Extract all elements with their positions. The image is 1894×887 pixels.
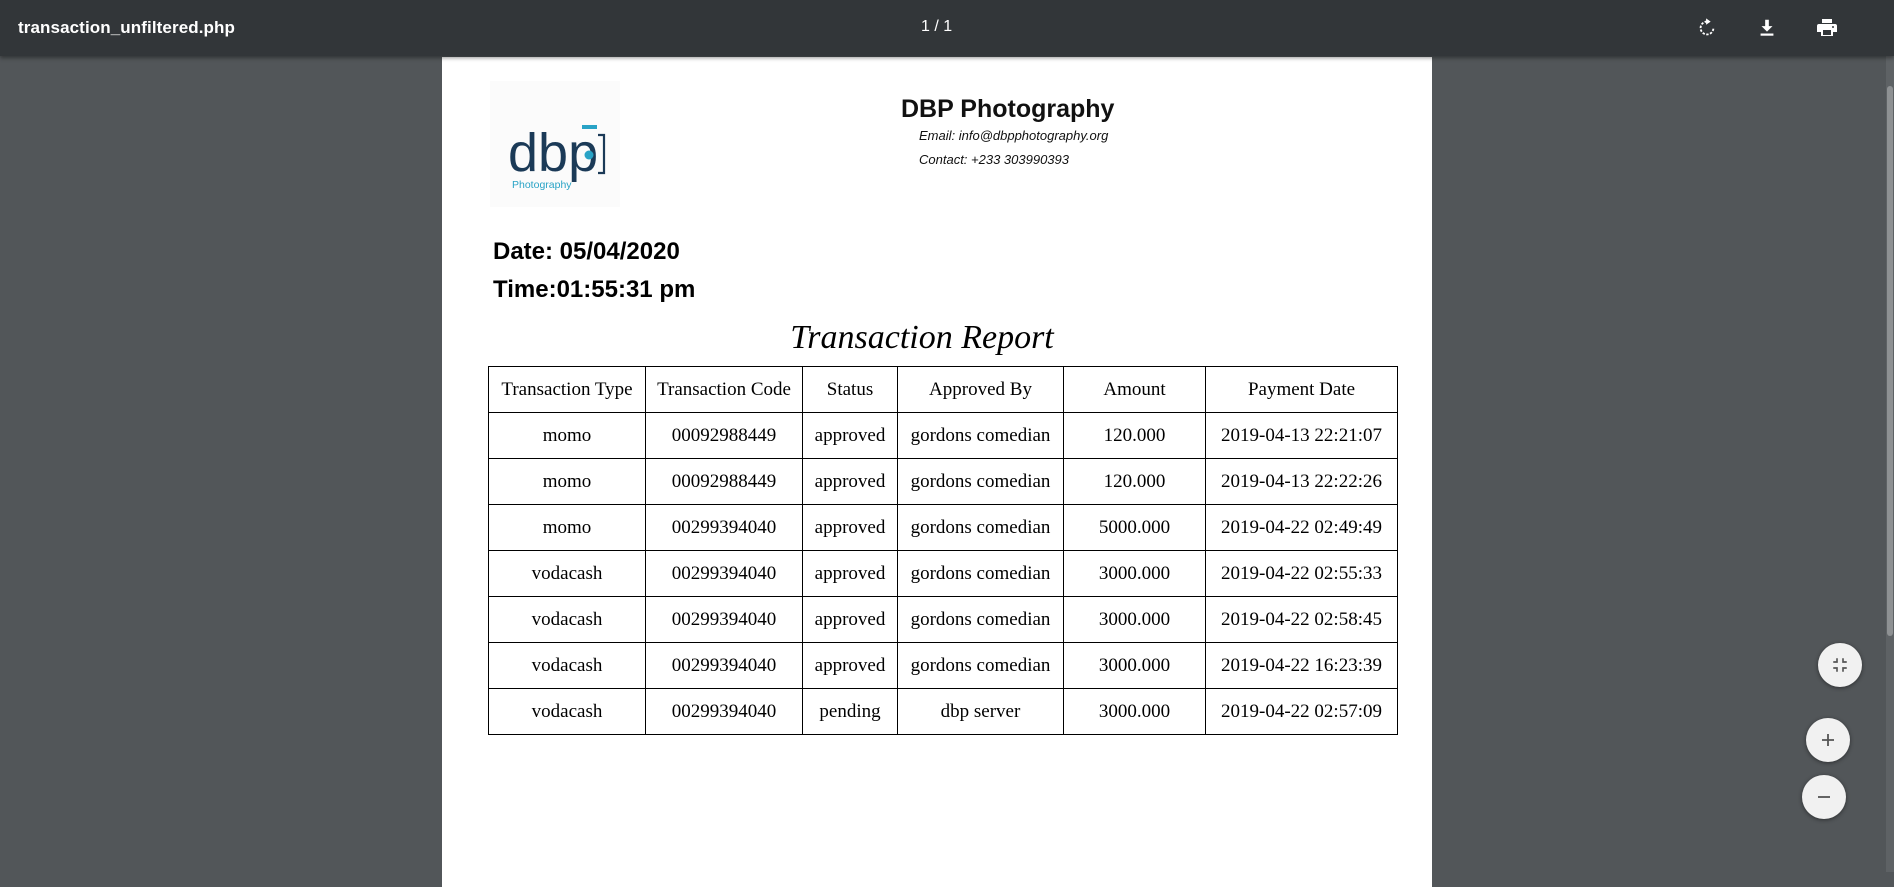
rotate-clockwise-icon [1699,18,1715,36]
cell-approved-by: gordons comedian [897,642,1064,689]
vertical-scrollbar[interactable] [1886,56,1894,872]
cell-amount: 3000.000 [1063,550,1206,597]
cell-transaction-code: 00299394040 [645,504,803,551]
cell-transaction-type: momo [488,504,646,551]
cell-transaction-code: 00299394040 [645,688,803,735]
cell-transaction-code: 00299394040 [645,596,803,643]
cell-transaction-type: momo [488,412,646,459]
cell-transaction-code: 00092988449 [645,412,803,459]
cell-transaction-type: vodacash [488,688,646,735]
pdf-page: dbp Photography DBP Photography Email: i… [442,57,1432,887]
column-header-status: Status [802,366,898,413]
report-time: Time:01:55:31 pm [493,276,696,303]
zoom-out-icon [1818,796,1830,798]
zoom-out-button[interactable] [1802,775,1846,819]
report-title: Transaction Report [790,319,1054,356]
cell-status: pending [802,688,898,735]
transaction-table: Transaction Type Transaction Code Status… [488,366,1398,735]
download-button[interactable] [1751,12,1783,44]
company-logo: dbp Photography [490,81,620,207]
cell-status: approved [802,596,898,643]
column-header-payment-date: Payment Date [1205,366,1398,413]
cell-amount: 3000.000 [1063,596,1206,643]
cell-status: approved [802,550,898,597]
cell-transaction-type: momo [488,458,646,505]
cell-status: approved [802,642,898,689]
cell-payment-date: 2019-04-22 02:58:45 [1205,596,1398,643]
print-icon [1817,19,1837,36]
cell-approved-by: gordons comedian [897,504,1064,551]
scrollbar-thumb[interactable] [1887,86,1893,636]
cell-transaction-type: vodacash [488,596,646,643]
cell-amount: 5000.000 [1063,504,1206,551]
cell-payment-date: 2019-04-22 16:23:39 [1205,642,1398,689]
cell-transaction-code: 00092988449 [645,458,803,505]
table-header-row: Transaction Type Transaction Code Status… [488,366,1398,413]
svg-text:dbp: dbp [508,123,598,183]
column-header-transaction-type: Transaction Type [488,366,646,413]
pdf-toolbar: transaction_unfiltered.php 1 / 1 [0,0,1894,56]
cell-payment-date: 2019-04-13 22:22:26 [1205,458,1398,505]
fit-to-page-button[interactable] [1818,643,1862,687]
table-row: momo 00299394040 approved gordons comedi… [488,504,1398,551]
print-button[interactable] [1811,12,1843,44]
column-header-amount: Amount [1063,366,1206,413]
cell-payment-date: 2019-04-22 02:49:49 [1205,504,1398,551]
company-email: Email: info@dbpphotography.org [919,128,1109,143]
logo-graphic: dbp Photography [508,123,606,191]
column-header-transaction-code: Transaction Code [645,366,803,413]
cell-approved-by: gordons comedian [897,550,1064,597]
table-row: vodacash 00299394040 approved gordons co… [488,550,1398,597]
cell-payment-date: 2019-04-22 02:57:09 [1205,688,1398,735]
cell-status: approved [802,504,898,551]
table-row: vodacash 00299394040 approved gordons co… [488,596,1398,643]
column-header-approved-by: Approved By [897,366,1064,413]
cell-amount: 120.000 [1063,412,1206,459]
download-icon [1760,19,1774,36]
cell-transaction-code: 00299394040 [645,550,803,597]
rotate-button[interactable] [1691,12,1723,44]
table-row: vodacash 00299394040 approved gordons co… [488,642,1398,689]
report-date: Date: 05/04/2020 [493,238,680,265]
zoom-in-button[interactable] [1806,718,1850,762]
table-row: momo 00092988449 approved gordons comedi… [488,458,1398,505]
zoom-in-icon [1822,734,1834,746]
cell-approved-by: dbp server [897,688,1064,735]
table-row: vodacash 00299394040 pending dbp server … [488,688,1398,735]
company-contact: Contact: +233 303990393 [919,152,1069,167]
cell-payment-date: 2019-04-13 22:21:07 [1205,412,1398,459]
svg-text:Photography: Photography [512,179,572,191]
table-row: momo 00092988449 approved gordons comedi… [488,412,1398,459]
document-file-name: transaction_unfiltered.php [18,18,236,37]
cell-status: approved [802,412,898,459]
cell-amount: 120.000 [1063,458,1206,505]
company-name: DBP Photography [901,95,1115,123]
cell-amount: 3000.000 [1063,642,1206,689]
cell-transaction-code: 00299394040 [645,642,803,689]
cell-approved-by: gordons comedian [897,458,1064,505]
fit-to-page-icon [1833,658,1847,672]
cell-transaction-type: vodacash [488,550,646,597]
cell-amount: 3000.000 [1063,688,1206,735]
cell-approved-by: gordons comedian [897,412,1064,459]
cell-approved-by: gordons comedian [897,596,1064,643]
cell-payment-date: 2019-04-22 02:55:33 [1205,550,1398,597]
cell-transaction-type: vodacash [488,642,646,689]
cell-status: approved [802,458,898,505]
page-indicator: 1 / 1 [921,18,953,35]
